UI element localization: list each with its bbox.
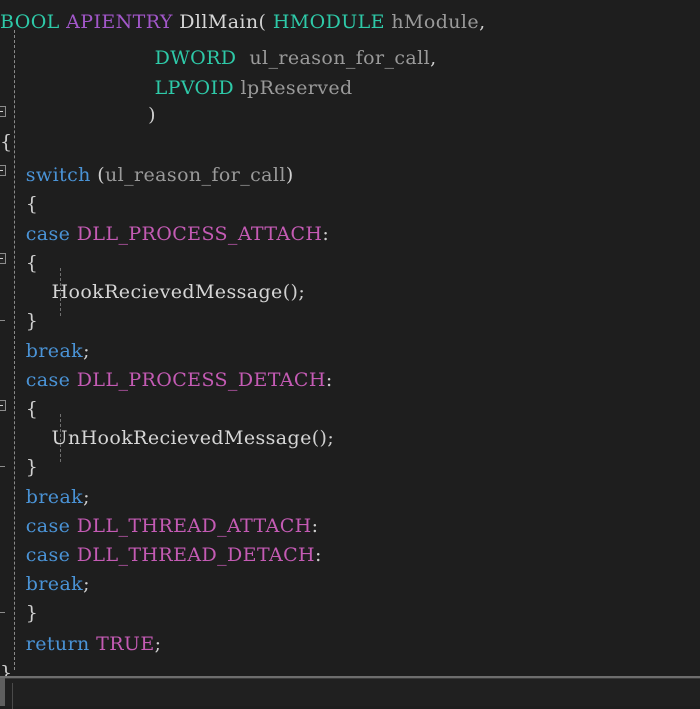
code-line: } [0,453,700,482]
code-token: ( [90,164,106,186]
code-token: ; [83,340,90,362]
code-token: { [0,398,39,420]
code-token: ul_reason_for_call [105,164,286,186]
code-line: } [0,599,700,628]
indent-guide-level1 [14,30,15,670]
code-line: case DLL_THREAD_DETACH: [0,541,700,570]
code-token: : [315,544,322,566]
code-token: HookRecievedMessage [51,281,283,303]
code-line: { [0,128,700,157]
horizontal-scrollbar-track[interactable] [0,678,700,709]
code-line: HookRecievedMessage(); [0,278,700,307]
code-editor[interactable]: BOOL APIENTRY DllMain( HMODULE hModule, … [0,0,700,709]
code-token: (); [282,281,306,303]
code-line: { [0,395,700,424]
code-token: APIENTRY [66,11,173,33]
code-line: } [0,659,700,676]
code-token: return [25,633,90,655]
code-token: DWORD [154,47,237,69]
code-token: } [0,662,13,676]
code-token: : [322,223,330,245]
code-token: DLL_PROCESS_ATTACH [76,223,323,245]
code-text-area[interactable]: BOOL APIENTRY DllMain( HMODULE hModule, … [0,0,700,676]
code-token: case [25,544,71,566]
code-token: LPVOID [154,77,235,99]
code-token: ; [83,486,90,508]
code-line: LPVOID lpReserved [0,74,700,103]
scrollbar-region[interactable] [0,676,700,709]
code-token: TRUE [96,633,155,655]
code-token: ( [258,11,273,33]
code-token: HMODULE [272,11,385,33]
code-token: lpReserved [240,77,353,99]
code-token: , [430,47,437,69]
code-token: ) [285,164,294,186]
scrollbar-divider [12,683,13,709]
code-token: DLL_THREAD_DETACH [76,544,316,566]
code-token: ) [0,104,156,126]
code-line: case DLL_THREAD_ATTACH: [0,512,700,541]
code-token: } [0,310,39,332]
code-token: { [0,193,39,215]
code-token: ul_reason_for_call [249,47,431,69]
code-line: break; [0,570,700,599]
code-line: case DLL_PROCESS_DETACH: [0,366,700,395]
code-token: DLL_THREAD_ATTACH [76,515,312,537]
code-line: case DLL_PROCESS_ATTACH: [0,220,700,249]
code-line: { [0,249,700,278]
indent-guide-level2-detach [60,414,61,462]
code-line: BOOL APIENTRY DllMain( HMODULE hModule, [0,8,700,37]
code-token: : [325,369,333,391]
code-line: return TRUE; [0,630,700,659]
code-token: case [25,223,71,245]
code-token: BOOL [0,11,60,33]
code-line: break; [0,483,700,512]
code-token: { [0,252,39,274]
code-token: ; [154,633,162,655]
code-token: } [0,456,39,478]
code-line: switch (ul_reason_for_call) [0,161,700,190]
code-token: break [25,340,84,362]
code-token: { [0,131,13,153]
code-token: case [25,515,71,537]
code-token: switch [25,164,91,186]
code-token: break [25,486,84,508]
code-token: UnHookRecievedMessage [51,427,312,449]
indent-guide-level2-attach [60,268,61,316]
code-token: case [25,369,71,391]
code-token: DllMain [179,11,259,33]
code-token: , [479,11,486,33]
code-token: ; [83,573,90,595]
horizontal-scrollbar-thumb[interactable] [0,678,5,706]
code-line: UnHookRecievedMessage(); [0,424,700,453]
code-line: { [0,190,700,219]
code-token: } [0,602,39,624]
code-token: hModule [391,11,480,33]
code-line: DWORD ul_reason_for_call, [0,44,700,73]
code-token: break [25,573,84,595]
code-token: : [311,515,319,537]
code-token: DLL_PROCESS_DETACH [76,369,326,391]
code-line: } [0,307,700,336]
code-token: (); [311,427,335,449]
code-line: ) [0,101,700,130]
code-line: break; [0,337,700,366]
